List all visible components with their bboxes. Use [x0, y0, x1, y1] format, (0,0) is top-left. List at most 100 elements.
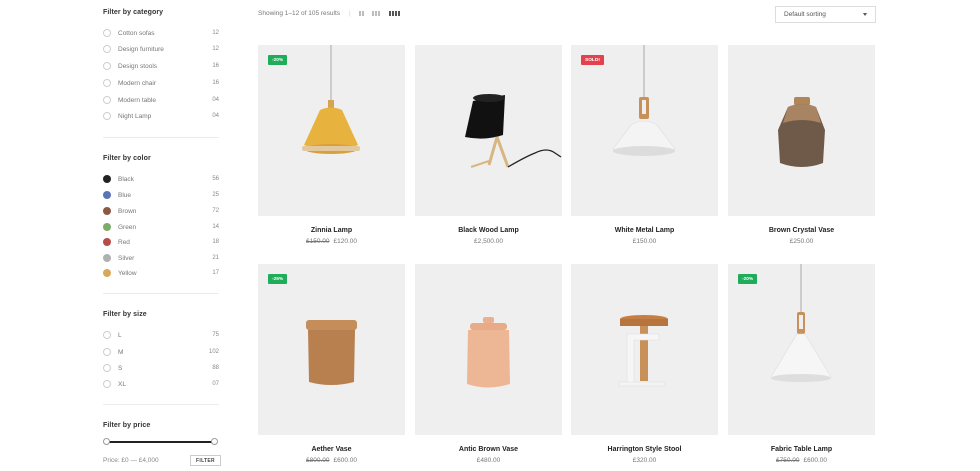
radio-icon[interactable]: [103, 380, 111, 388]
category-item-design-furniture[interactable]: Design furniture 12: [103, 43, 219, 55]
product-image[interactable]: [728, 45, 875, 216]
product-price: £150.00: [571, 238, 718, 245]
grid-4-view-icon[interactable]: [389, 11, 400, 16]
radio-icon[interactable]: [103, 112, 111, 120]
product-image[interactable]: -25%: [258, 264, 405, 435]
chevron-down-icon: [863, 13, 867, 16]
product-name[interactable]: Aether Vase: [258, 446, 405, 453]
radio-icon[interactable]: [103, 348, 111, 356]
product-old-price: £150.00: [306, 238, 330, 245]
color-label: Brown: [118, 207, 137, 215]
color-item-green[interactable]: Green 14: [103, 221, 219, 233]
product-name[interactable]: Harrington Style Stool: [571, 446, 718, 453]
product-image[interactable]: [415, 264, 562, 435]
color-item-yellow[interactable]: Yellow 17: [103, 267, 219, 279]
category-item-cotton-sofas[interactable]: Cotton sofas 12: [103, 27, 219, 39]
color-item-black[interactable]: Black 56: [103, 173, 219, 185]
color-count: 72: [212, 208, 219, 214]
radio-icon[interactable]: [103, 96, 111, 104]
list-view-icon[interactable]: [359, 11, 364, 16]
radio-icon[interactable]: [103, 364, 111, 372]
product-current-price: £600.00: [803, 457, 828, 464]
product-card[interactable]: SOLD! White Metal Lamp £150.00: [571, 45, 718, 245]
color-count: 56: [212, 176, 219, 182]
color-item-brown[interactable]: Brown 72: [103, 205, 219, 217]
product-name[interactable]: Fabric Table Lamp: [728, 446, 875, 453]
category-item-night-lamp[interactable]: Night Lamp 04: [103, 110, 219, 122]
size-item-s[interactable]: S 88: [103, 362, 219, 374]
radio-icon[interactable]: [103, 331, 111, 339]
color-item-silver[interactable]: Silver 21: [103, 252, 219, 264]
color-swatch[interactable]: [103, 269, 111, 277]
size-item-l[interactable]: L 75: [103, 329, 219, 341]
metal-lamp-image: [612, 45, 676, 156]
size-count: 102: [208, 349, 219, 355]
product-current-price: £250.00: [789, 238, 814, 245]
radio-icon[interactable]: [103, 79, 111, 87]
category-count: 12: [212, 30, 219, 36]
radio-icon[interactable]: [103, 62, 111, 70]
category-count: 16: [212, 63, 219, 69]
product-card[interactable]: -25% Aether Vase £800.00 £600.00: [258, 264, 405, 464]
color-label: Blue: [118, 191, 132, 199]
product-image[interactable]: SOLD!: [571, 45, 718, 216]
grid-3-view-icon[interactable]: [372, 11, 380, 16]
radio-icon[interactable]: [103, 45, 111, 53]
product-name[interactable]: White Metal Lamp: [571, 227, 718, 234]
filter-button[interactable]: FILTER: [190, 455, 221, 466]
category-label: Modern chair: [118, 79, 156, 87]
product-image[interactable]: -20%: [728, 264, 875, 435]
product-name[interactable]: Brown Crystal Vase: [728, 227, 875, 234]
color-swatch[interactable]: [103, 191, 111, 199]
color-count: 25: [212, 192, 219, 198]
color-item-red[interactable]: Red 18: [103, 236, 219, 248]
product-name[interactable]: Zinnia Lamp: [258, 227, 405, 234]
category-label: Cotton sofas: [118, 29, 155, 37]
price-slider-max-handle[interactable]: [211, 438, 218, 445]
color-item-blue[interactable]: Blue 25: [103, 189, 219, 201]
toolbar-separator: |: [349, 10, 351, 17]
sold-badge: SOLD!: [581, 55, 604, 65]
product-card[interactable]: -20% Zinnia Lamp £150.00 £120.00: [258, 45, 405, 245]
color-swatch[interactable]: [103, 175, 111, 183]
color-swatch[interactable]: [103, 254, 111, 262]
category-item-design-stools[interactable]: Design stools 16: [103, 60, 219, 72]
category-item-modern-table[interactable]: Modern table 04: [103, 94, 219, 106]
price-slider-track[interactable]: [107, 441, 216, 443]
category-count: 04: [212, 97, 219, 103]
size-label: L: [118, 331, 122, 339]
category-label: Design stools: [118, 62, 158, 70]
product-card[interactable]: Harrington Style Stool £320.00: [571, 264, 718, 464]
discount-badge: -20%: [268, 55, 288, 65]
color-swatch[interactable]: [103, 223, 111, 231]
size-filter-title: Filter by size: [103, 311, 147, 318]
product-name[interactable]: Antic Brown Vase: [415, 446, 562, 453]
color-swatch[interactable]: [103, 207, 111, 215]
price-range-text: Price: £0 — £4,000: [103, 457, 159, 464]
product-card[interactable]: -20% Fabric Table Lamp £750.00 £600.00: [728, 264, 875, 464]
category-label: Design furniture: [118, 45, 164, 53]
product-price: £150.00 £120.00: [258, 238, 405, 245]
sort-select[interactable]: Default sorting: [775, 6, 876, 23]
price-filter-title: Filter by price: [103, 422, 151, 429]
color-label: Yellow: [118, 269, 137, 277]
size-item-m[interactable]: M 102: [103, 346, 219, 358]
product-card[interactable]: Antic Brown Vase £480.00: [415, 264, 562, 464]
product-card[interactable]: Brown Crystal Vase £250.00: [728, 45, 875, 245]
product-image[interactable]: [571, 264, 718, 435]
divider: [103, 137, 219, 138]
product-image[interactable]: -20%: [258, 45, 405, 216]
color-count: 14: [212, 224, 219, 230]
product-old-price: £750.00: [776, 457, 800, 464]
category-count: 04: [212, 113, 219, 119]
radio-icon[interactable]: [103, 29, 111, 37]
product-card[interactable]: Black Wood Lamp £2,500.00: [415, 45, 562, 245]
product-name[interactable]: Black Wood Lamp: [415, 227, 562, 234]
product-image[interactable]: [415, 45, 562, 216]
price-slider-min-handle[interactable]: [103, 438, 110, 445]
color-swatch[interactable]: [103, 238, 111, 246]
color-label: Silver: [118, 254, 135, 262]
size-item-xl[interactable]: XL 07: [103, 378, 219, 390]
category-item-modern-chair[interactable]: Modern chair 16: [103, 77, 219, 89]
table-lamp-image: [770, 264, 832, 382]
